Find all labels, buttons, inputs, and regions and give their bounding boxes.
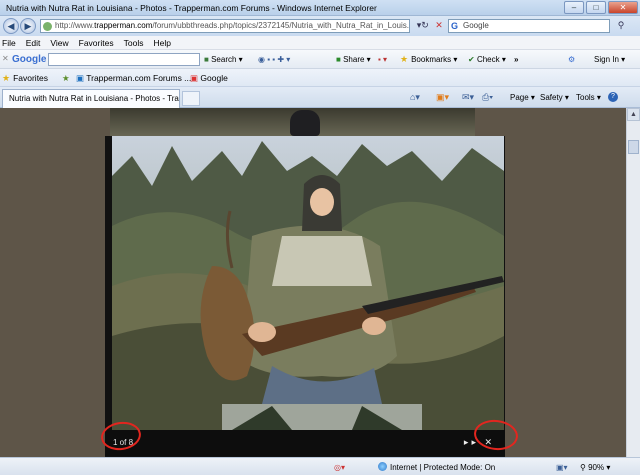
menu-favorites[interactable]: Favorites — [79, 36, 114, 49]
home-icon[interactable]: ⌂▾ — [410, 92, 420, 103]
window-title-bar: Nutria with Nutra Rat in Louisiana - Pho… — [0, 0, 640, 16]
background-photo — [110, 108, 475, 138]
minimize-button[interactable]: – — [564, 1, 584, 14]
check-button[interactable]: ✔ Check ▾ — [468, 54, 506, 65]
tab-bar: Nutria with Nutra Rat in Louisiana - Pho… — [0, 87, 640, 108]
menu-view[interactable]: View — [50, 36, 68, 49]
photo-illustration — [112, 136, 504, 430]
google-logo: Google — [12, 54, 47, 65]
favorites-label: Favorites — [13, 73, 49, 83]
close-window-button[interactable]: ✕ — [608, 1, 638, 14]
zoom-mode-icon[interactable]: ▣▾ — [556, 462, 568, 473]
security-zone[interactable]: Internet | Protected Mode: On — [378, 462, 495, 473]
zoom-level-label: 90% — [588, 463, 605, 472]
search-icon[interactable]: ⚲ — [614, 19, 628, 33]
safety-menu[interactable]: Safety ▾ — [540, 93, 569, 103]
menu-help[interactable]: Help — [153, 36, 170, 49]
window-title: Nutria with Nutra Rat in Louisiana - Pho… — [6, 3, 377, 13]
sign-in-button[interactable]: Sign In ▾ — [594, 54, 625, 65]
favorite-link-google-label: Google — [200, 73, 228, 83]
google-toolbar: ✕ Google ■ Search ▾ ◉ ▪ ▪ ✚ ▾ ■ Share ▾ … — [0, 50, 640, 69]
add-favorite-icon[interactable]: ★ — [62, 73, 70, 84]
url-domain: trapperman.com — [94, 21, 153, 30]
forward-button[interactable]: ▶ — [20, 18, 36, 34]
address-bar-row: ◀ ▶ http://www.trapperman.com/forum/ubbt… — [0, 16, 640, 36]
google-toolbar-search-input[interactable] — [48, 53, 200, 66]
wrench-icon[interactable]: ⚙ — [568, 54, 575, 65]
back-button[interactable]: ◀ — [3, 18, 19, 34]
page-icon — [43, 22, 52, 31]
menu-bar: File Edit View Favorites Tools Help — [0, 36, 640, 50]
translate-icon[interactable]: ▪ ▾ — [378, 54, 387, 65]
new-tab-button[interactable] — [182, 91, 200, 106]
favorites-bar: ★ Favorites ★ ▣ Trapperman.com Forums ...… — [0, 69, 640, 87]
google-search-icon: G — [451, 21, 459, 31]
maximize-button[interactable]: □ — [586, 1, 606, 14]
menu-edit[interactable]: Edit — [26, 36, 41, 49]
url-path: /forum/ubbthreads.php/topics/2372145/Nut… — [152, 21, 410, 30]
toolbar-icons[interactable]: ◉ ▪ ▪ ✚ ▾ — [258, 54, 290, 65]
tools-menu[interactable]: Tools ▾ — [576, 93, 601, 103]
check-label: Check ▾ — [476, 55, 506, 64]
search-button[interactable]: ■ Search ▾ — [204, 54, 243, 65]
feeds-icon[interactable]: ▣▾ — [436, 92, 449, 103]
favorite-link-google[interactable]: ▣ Google — [190, 73, 228, 84]
page-menu[interactable]: Page ▾ — [510, 93, 535, 103]
scroll-up-icon[interactable]: ▲ — [627, 108, 640, 121]
page-content: 1 of 8 ▸▸ ✕ — [0, 108, 626, 457]
security-zone-label: Internet | Protected Mode: On — [390, 463, 496, 472]
background-photo-head — [290, 110, 320, 136]
menu-tools[interactable]: Tools — [124, 36, 144, 49]
toolbar-close-icon[interactable]: ✕ — [2, 54, 9, 63]
zoom-level[interactable]: ⚲ 90% ▾ — [580, 462, 610, 473]
address-input[interactable]: http://www.trapperman.com/forum/ubbthrea… — [40, 19, 410, 33]
status-bar: ◎▾ Internet | Protected Mode: On ▣▾ ⚲ 90… — [0, 457, 640, 475]
more-chevron-icon[interactable]: » — [514, 54, 518, 65]
refresh-icon[interactable]: ↻ — [418, 19, 432, 33]
favorite-link-trapperman-label: Trapperman.com Forums ... — [86, 73, 192, 83]
tab-active[interactable]: Nutria with Nutra Rat in Louisiana - Pho… — [2, 89, 180, 108]
bookmarks-label: Bookmarks ▾ — [411, 55, 458, 64]
share-button[interactable]: ■ Share ▾ — [336, 54, 371, 65]
bookmarks-button[interactable]: ★ Bookmarks ▾ — [400, 54, 457, 65]
url-prefix: http://www. — [55, 21, 95, 30]
stop-icon[interactable]: ✕ — [432, 19, 446, 33]
lightbox-caption-bar: 1 of 8 ▸▸ ✕ — [105, 430, 505, 456]
window-controls: – □ ✕ — [564, 1, 638, 14]
globe-icon — [378, 462, 387, 471]
favorites-button[interactable]: ★ Favorites — [2, 73, 48, 84]
status-icon: ◎▾ — [334, 463, 345, 472]
search-button-label: Search ▾ — [211, 55, 243, 64]
search-placeholder: Google — [463, 21, 489, 30]
menu-file[interactable]: File — [2, 36, 16, 49]
scroll-thumb[interactable] — [628, 140, 639, 154]
help-icon[interactable]: ? — [608, 92, 618, 102]
mail-icon[interactable]: ✉▾ — [462, 92, 474, 103]
lightbox-photo[interactable] — [112, 136, 504, 430]
search-input[interactable]: G Google — [448, 19, 610, 33]
print-icon[interactable]: ⎙▾ — [482, 92, 493, 103]
vertical-scrollbar[interactable]: ▲ — [626, 108, 640, 457]
favorite-link-trapperman[interactable]: ▣ Trapperman.com Forums ... — [76, 73, 191, 84]
share-label: Share ▾ — [343, 55, 371, 64]
